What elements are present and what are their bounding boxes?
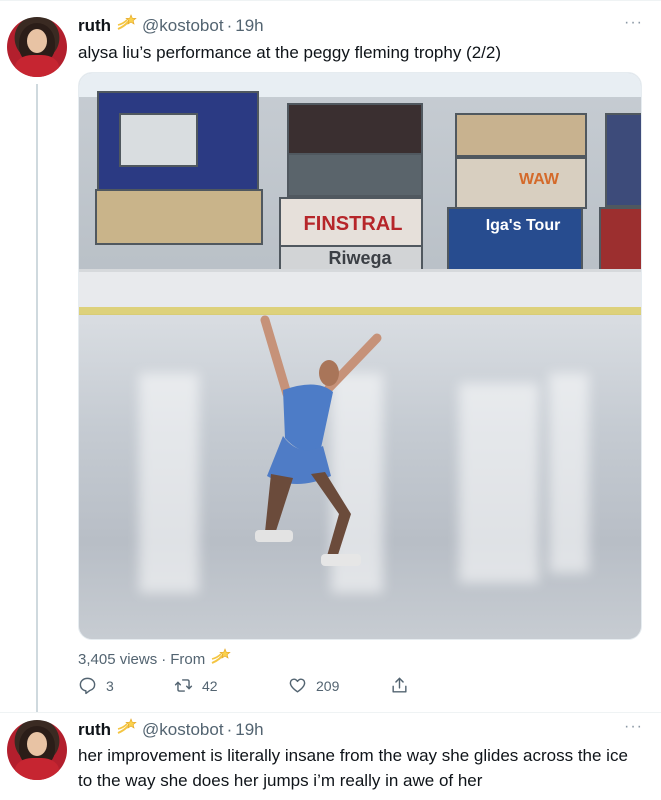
video-player[interactable]: FINSTRAL Riwega Iga's Tour WAW — [78, 72, 642, 640]
reply-count: 3 — [106, 677, 114, 694]
sponsor-sign-finstral: FINSTRAL — [303, 213, 403, 235]
tweet-text: alysa liu’s performance at the peggy fle… — [78, 43, 502, 62]
tweet-divider — [0, 712, 661, 713]
from-label: From — [170, 650, 206, 668]
share-icon — [392, 677, 407, 693]
share-button[interactable] — [390, 676, 418, 695]
retweet-count: 42 — [202, 677, 218, 694]
tweet-actions: 3 42 209 — [78, 676, 418, 696]
skater-figure — [255, 315, 382, 566]
display-name[interactable]: ruth — [78, 720, 111, 740]
sponsor-sign-waw: WAW — [519, 171, 559, 188]
shooting-star-icon[interactable] — [210, 648, 232, 670]
heart-icon — [289, 678, 306, 693]
avatar[interactable] — [7, 17, 67, 77]
thread-connector — [36, 84, 38, 712]
video-meta: 3,405 views · From — [78, 648, 232, 670]
top-divider — [0, 0, 661, 1]
shooting-star-icon — [116, 718, 138, 741]
user-handle[interactable]: @kostobot — [142, 720, 224, 740]
tweet-header: ruth @kostobot · 19h — [78, 14, 264, 37]
separator-dot: · — [226, 15, 233, 35]
separator-dot: · — [161, 650, 167, 668]
reply-button[interactable]: 3 — [78, 676, 114, 695]
timestamp[interactable]: 19h — [235, 16, 263, 36]
more-options-icon[interactable]: ··· — [624, 718, 643, 736]
sponsor-sign-riwega: Riwega — [328, 248, 392, 268]
separator-dot: · — [226, 719, 233, 739]
avatar[interactable] — [7, 720, 67, 780]
sponsor-sign-tour: Iga's Tour — [485, 217, 561, 234]
tweet-header: ruth @kostobot · 19h — [78, 718, 264, 741]
retweet-icon — [174, 679, 193, 692]
timestamp[interactable]: 19h — [235, 720, 263, 740]
retweet-button[interactable]: 42 — [174, 676, 218, 695]
shooting-star-icon — [116, 14, 138, 37]
user-handle[interactable]: @kostobot — [142, 16, 224, 36]
tweet-text: her improvement is literally insane from… — [78, 746, 628, 790]
display-name[interactable]: ruth — [78, 16, 111, 36]
view-count: 3,405 views — [78, 650, 158, 668]
like-button[interactable]: 209 — [288, 676, 339, 695]
more-options-icon[interactable]: ··· — [624, 14, 643, 32]
like-count: 209 — [316, 677, 340, 694]
reply-icon — [79, 677, 96, 695]
